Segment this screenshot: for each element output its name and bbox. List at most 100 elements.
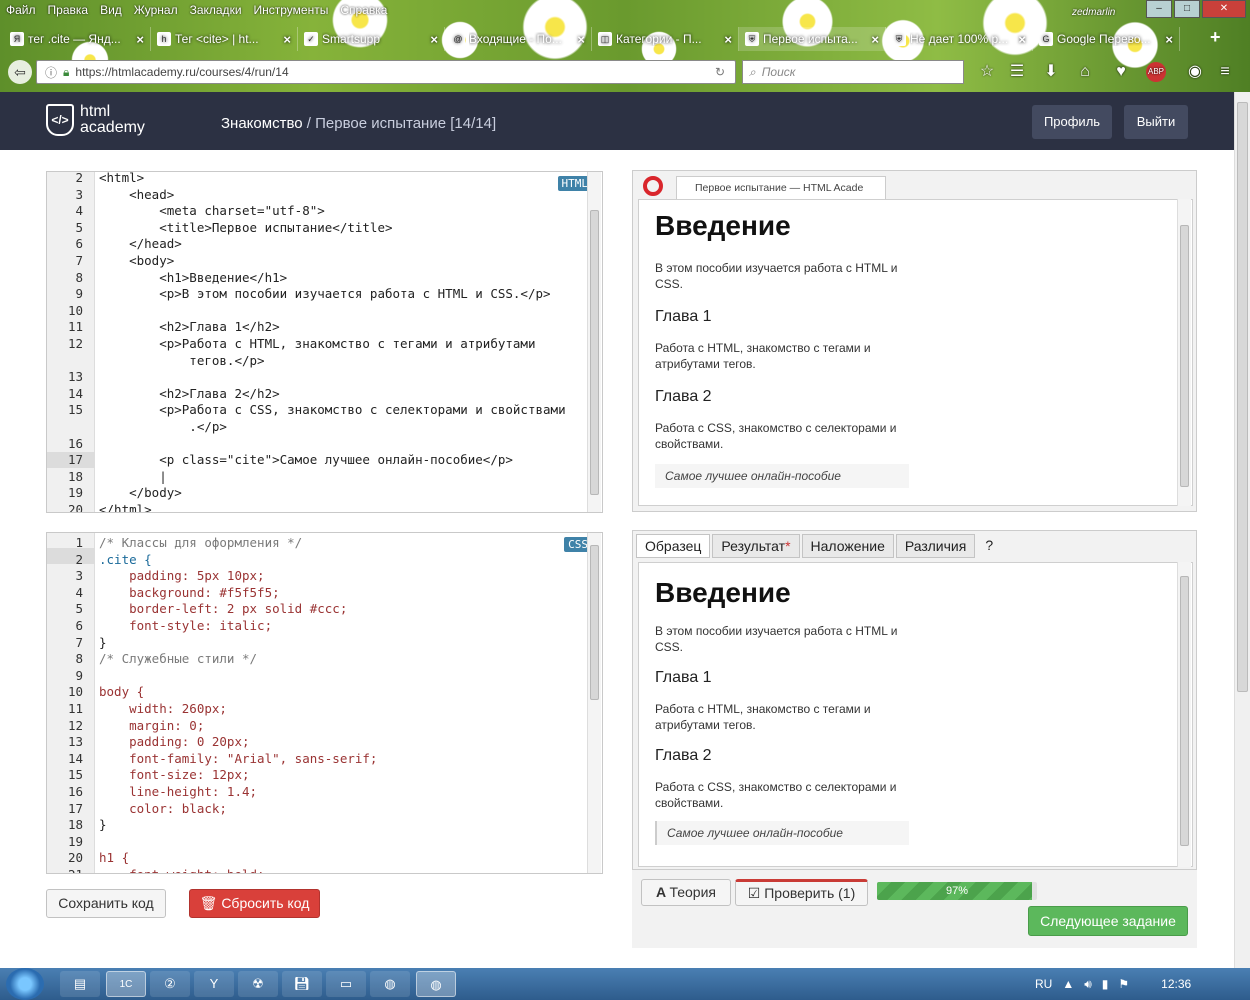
browser-tab[interactable]: G Google Перево... × xyxy=(1033,27,1180,51)
code-line[interactable]: font-family: "Arial", sans-serif; xyxy=(99,751,377,766)
code-line[interactable]: <head> xyxy=(99,187,174,202)
code-line[interactable]: <p>Работа с CSS, знакомство с селекторам… xyxy=(99,402,565,417)
search-box[interactable]: ⌕ Поиск xyxy=(742,60,964,84)
menu-item[interactable]: Вид xyxy=(100,3,122,17)
sync-icon[interactable]: ◉ xyxy=(1184,61,1206,83)
code-line[interactable]: font-style: italic; xyxy=(99,618,272,633)
taskbar-save-icon[interactable]: 💾︎ xyxy=(282,971,322,997)
minimize-button[interactable]: – xyxy=(1146,0,1172,18)
code-line[interactable]: padding: 5px 10px; xyxy=(99,568,264,583)
taskbar-app-icon[interactable]: ☢ xyxy=(238,971,278,997)
css-editor-scroll-thumb[interactable] xyxy=(590,545,599,700)
taskbar-firefox-active-icon[interactable]: ◍ xyxy=(416,971,456,997)
browser-tab[interactable]: ⛨ Не дает 100% р... × xyxy=(886,27,1033,51)
html-editor[interactable]: 2 <html> 3 <head> 4 <meta charset="utf-8"> 5… xyxy=(46,171,603,513)
tab-diff[interactable]: Различия xyxy=(895,534,976,558)
preview-scrollbar[interactable] xyxy=(1177,199,1191,506)
tab-overlay[interactable]: Наложение xyxy=(801,534,894,558)
menu-item[interactable]: Журнал xyxy=(134,3,178,17)
taskbar-2gis-icon[interactable]: ② xyxy=(150,971,190,997)
back-button[interactable]: ⇦ xyxy=(8,60,32,84)
tab-close-icon[interactable]: × xyxy=(136,32,144,47)
code-line[interactable]: color: black; xyxy=(99,801,227,816)
code-line[interactable]: body { xyxy=(99,684,144,699)
bookmarks-list-icon[interactable]: ☰ xyxy=(1006,61,1028,83)
tab-close-icon[interactable]: × xyxy=(430,32,438,47)
tray-language[interactable]: RU xyxy=(1035,977,1052,991)
tab-close-icon[interactable]: × xyxy=(283,32,291,47)
volume-icon[interactable]: 🔊︎ xyxy=(1084,977,1092,992)
taskbar-1c-icon[interactable]: 1С xyxy=(106,971,146,997)
css-editor-scrollbar[interactable] xyxy=(587,533,601,873)
tray-clock[interactable]: 12:36 xyxy=(1161,977,1191,991)
taskbar-notepad-icon[interactable]: ▭ xyxy=(326,971,366,997)
code-line[interactable]: <meta charset="utf-8"> xyxy=(99,203,325,218)
browser-tab[interactable]: ⛨ Первое испыта... × xyxy=(739,27,886,51)
code-line[interactable]: line-height: 1.4; xyxy=(99,784,257,799)
url-bar[interactable]: ⓘ 🔒︎ https://htmlacademy.ru/courses/4/ru… xyxy=(36,60,736,84)
code-line[interactable]: тегов.</p> xyxy=(99,353,264,368)
code-line[interactable]: <p class="cite">Самое лучшее онлайн-посо… xyxy=(99,452,513,467)
code-line[interactable]: /* Классы для оформления */ xyxy=(99,535,302,550)
menu-item[interactable]: Инструменты xyxy=(254,3,329,17)
tab-close-icon[interactable]: × xyxy=(577,32,585,47)
maximize-button[interactable]: □ xyxy=(1174,0,1200,18)
code-line[interactable]: background: #f5f5f5; xyxy=(99,585,280,600)
tab-result[interactable]: Результат* xyxy=(712,534,800,558)
bookmark-star-icon[interactable]: ☆ xyxy=(976,61,998,83)
tab-sample[interactable]: Образец xyxy=(636,534,711,558)
code-line[interactable]: margin: 0; xyxy=(99,718,204,733)
browser-tab[interactable]: @ Входящие - По... × xyxy=(445,27,592,51)
taskbar-yandex-icon[interactable]: Y xyxy=(194,971,234,997)
profile-button[interactable]: Профиль xyxy=(1032,105,1112,139)
save-code-button[interactable]: Сохранить код xyxy=(46,889,166,918)
code-line[interactable]: } xyxy=(99,635,107,650)
menu-item[interactable]: Правка xyxy=(48,3,89,17)
menu-item[interactable]: Закладки xyxy=(190,3,242,17)
network-icon[interactable]: ▮ xyxy=(1102,977,1109,991)
code-line[interactable]: <p>Работа с HTML, знакомство с тегами и … xyxy=(99,336,535,351)
menu-item[interactable]: Файл xyxy=(6,3,36,17)
code-line[interactable]: <h2>Глава 2</h2> xyxy=(99,386,279,401)
menu-item[interactable]: Справка xyxy=(340,3,387,17)
tray-up-arrow-icon[interactable]: ▲ xyxy=(1062,977,1074,991)
sample-scrollbar[interactable] xyxy=(1177,562,1191,867)
css-editor[interactable]: 1 /* Классы для оформления */ 2 .cite {3 pa… xyxy=(46,532,603,874)
adblock-icon[interactable]: ABP xyxy=(1146,62,1166,82)
theory-button[interactable]: A Теория xyxy=(641,879,731,906)
sample-scroll-thumb[interactable] xyxy=(1180,576,1189,846)
code-line[interactable]: | xyxy=(99,469,167,484)
code-line[interactable]: border-left: 2 px solid #ccc; xyxy=(99,601,347,616)
code-line[interactable]: .</p> xyxy=(99,419,227,434)
html-editor-scrollbar[interactable] xyxy=(587,172,601,512)
tab-close-icon[interactable]: × xyxy=(871,32,879,47)
code-line[interactable]: <h2>Глава 1</h2> xyxy=(99,319,279,334)
code-line[interactable]: width: 260px; xyxy=(99,701,227,716)
start-button[interactable] xyxy=(6,968,44,1000)
tab-help[interactable]: ? xyxy=(977,534,1001,558)
browser-tab[interactable]: ◫ Категории - П... × xyxy=(592,27,739,51)
info-icon[interactable]: ⓘ xyxy=(45,64,57,81)
browser-tab[interactable]: Ятег .cite — Янд... × xyxy=(4,27,151,51)
download-icon[interactable]: ⬇ xyxy=(1040,61,1062,83)
site-logo[interactable]: </> html academy xyxy=(46,104,145,136)
check-button[interactable]: ☑ Проверить (1) xyxy=(735,879,868,906)
pocket-icon[interactable]: ♥ xyxy=(1110,61,1132,83)
breadcrumb-section[interactable]: Знакомство xyxy=(221,115,303,132)
next-task-button[interactable]: Следующее задание xyxy=(1028,906,1188,936)
taskbar-explorer-icon[interactable]: ▤ xyxy=(60,971,100,997)
code-line[interactable]: <title>Первое испытание</title> xyxy=(99,220,392,235)
browser-tab[interactable]: ✓ Smartsupp × xyxy=(298,27,445,51)
browser-tab[interactable]: h Тег <cite> | ht... × xyxy=(151,27,298,51)
reset-code-button[interactable]: 🗑︎ Сбросить код xyxy=(189,889,320,918)
hamburger-menu-icon[interactable]: ≡ xyxy=(1214,61,1236,83)
code-line[interactable]: .cite { xyxy=(99,552,152,567)
preview-scroll-thumb[interactable] xyxy=(1180,225,1189,487)
flag-icon[interactable]: ⚑ xyxy=(1118,977,1129,991)
code-line[interactable]: font-weight: bold; xyxy=(99,867,264,873)
code-line[interactable]: padding: 0 20px; xyxy=(99,734,249,749)
page-scroll-thumb[interactable] xyxy=(1237,102,1248,692)
code-line[interactable]: </html> xyxy=(99,502,152,512)
code-line[interactable]: <p>В этом пособии изучается работа с HTM… xyxy=(99,286,550,301)
new-tab-button[interactable]: + xyxy=(1210,27,1221,48)
